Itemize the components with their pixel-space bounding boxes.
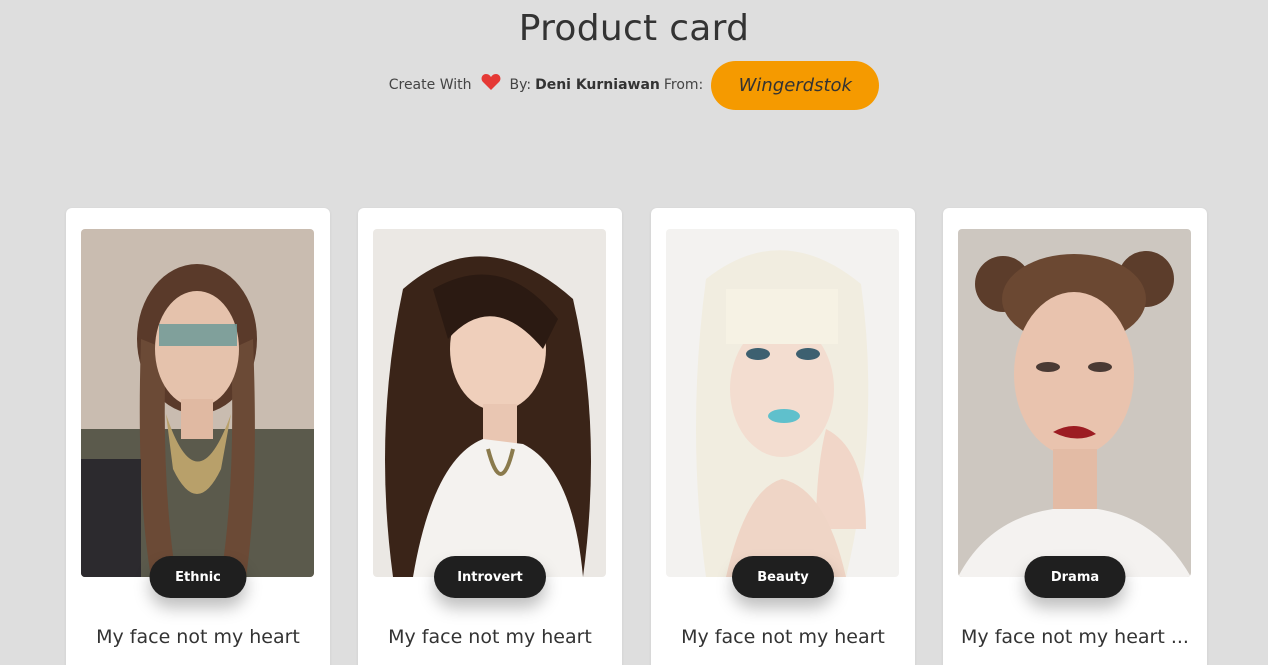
product-card[interactable]: Ethnic My face not my heart: [66, 208, 330, 665]
source-button[interactable]: Wingerdstok: [711, 60, 880, 110]
card-photo: [81, 229, 314, 577]
card-photo: [666, 229, 899, 577]
card-title: My face not my heart ...: [961, 626, 1189, 648]
create-with-label: Create With: [388, 77, 472, 93]
author-name: Deni Kurniawan: [535, 77, 660, 93]
card-photo: [958, 229, 1191, 577]
card-photo: [373, 229, 606, 577]
page-title: Product card: [518, 8, 750, 49]
heart-icon: [481, 73, 501, 91]
card-title: My face not my heart: [681, 626, 885, 648]
credit-row: Create With By: Deni Kurniawan From: Win…: [0, 60, 1268, 110]
card-tag[interactable]: Drama: [1024, 556, 1126, 598]
from-label: From:: [663, 77, 704, 93]
card-tag[interactable]: Introvert: [434, 556, 546, 598]
product-card[interactable]: Introvert My face not my heart: [358, 208, 622, 665]
card-tag[interactable]: Beauty: [732, 556, 834, 598]
card-title: My face not my heart: [388, 626, 592, 648]
product-card[interactable]: Beauty My face not my heart: [651, 208, 915, 665]
card-tag[interactable]: Ethnic: [149, 556, 247, 598]
product-card[interactable]: Drama My face not my heart ...: [943, 208, 1207, 665]
by-label: By:: [509, 77, 532, 93]
card-title: My face not my heart: [96, 626, 300, 648]
